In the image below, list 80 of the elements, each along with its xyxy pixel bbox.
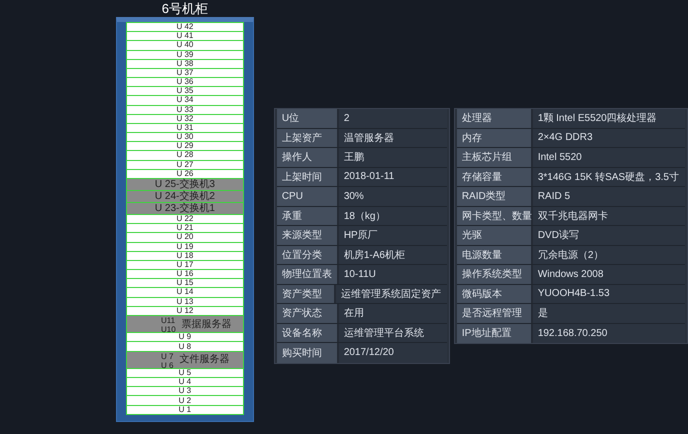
field-value: Intel 5520 [532, 148, 685, 166]
field-label: 设备名称 [276, 324, 339, 342]
field-value: 双千兆电器网卡 [532, 206, 685, 225]
field-value: 18（kg） [338, 206, 447, 225]
rack-unit[interactable]: U 4 [126, 378, 244, 388]
field-label: 主板芯片组 [456, 148, 533, 166]
field-label: 资产类型 [276, 284, 336, 303]
field-value: YUOOH4B-1.53 [532, 284, 685, 303]
field-label: 是否远程管理 [456, 304, 533, 322]
field-value: RAID 5 [532, 187, 685, 206]
rack-unit[interactable]: U 14 [126, 288, 244, 298]
field-label: 位置分类 [276, 246, 339, 264]
field-label: 微码版本 [456, 284, 533, 303]
rack-unit[interactable]: U 15 [126, 279, 244, 288]
field-value: 温管服务器 [338, 128, 447, 147]
rack-unit[interactable]: U 28 [126, 151, 244, 161]
field-label: 上架时间 [276, 168, 339, 186]
rack-unit[interactable]: U 35 [126, 87, 244, 96]
field-value: 是 [532, 304, 685, 322]
rack-unit[interactable]: U 22 [126, 215, 244, 224]
rack-unit[interactable]: U 8 [126, 342, 244, 352]
device-name: 票据服务器 [182, 318, 232, 330]
unit-label: U 7 [161, 352, 174, 361]
field-value: 2018-01-11 [338, 168, 447, 186]
rack-unit[interactable]: U 42 [126, 22, 244, 32]
rack-unit[interactable]: U 40 [126, 41, 244, 51]
field-label: IP地址配置 [456, 324, 533, 343]
field-value: 3*146G 15K 转SAS硬盘，3.5寸 [532, 168, 685, 186]
field-value: Windows 2008 [532, 265, 685, 284]
field-label: 存储容量 [456, 168, 533, 186]
field-value: DVD读写 [532, 226, 685, 244]
unit-label: U 6 [161, 360, 174, 370]
field-label: 电源数量 [456, 246, 533, 264]
field-label: RAID类型 [456, 187, 533, 206]
device-slot[interactable]: U 23-交换机1 [126, 202, 244, 216]
field-label: CPU [276, 187, 339, 206]
field-label: 上架资产 [276, 128, 339, 147]
field-label: 物理位置表 [276, 265, 339, 284]
field-value: 192.168.70.250 [532, 324, 685, 343]
field-label: 光驱 [456, 226, 533, 244]
field-label: 购买时间 [276, 343, 339, 362]
field-label: 操作系统类型 [456, 265, 533, 284]
rack-unit[interactable]: U 34 [126, 96, 244, 106]
device-name: 文件服务器 [179, 354, 230, 366]
field-value: 王鹏 [338, 148, 447, 166]
field-value: 运维管理系统固定资产 [336, 284, 447, 303]
device-slot[interactable]: U 24-交换机2 [126, 190, 244, 203]
field-label: 操作人 [276, 148, 339, 166]
field-label: 承重 [276, 206, 339, 225]
field-label: 处理器 [456, 109, 533, 128]
device-slot[interactable]: U 25-交换机3 [126, 178, 244, 191]
rack-unit[interactable]: U 3 [126, 387, 244, 396]
rack-title: 6号机柜 [160, 0, 210, 17]
field-value: 10-11U [338, 265, 447, 284]
unit-label: U10 [161, 324, 176, 334]
rack-unit[interactable]: U 16 [126, 270, 244, 280]
field-value: 2 [338, 109, 447, 128]
field-value: 30% [338, 187, 447, 206]
rack-unit[interactable]: U 20 [126, 233, 244, 243]
field-label: 资产状态 [276, 304, 339, 322]
field-value: 冗余电源（2） [532, 246, 685, 264]
field-value: 2017/12/20 [338, 343, 447, 362]
rack-unit[interactable]: U 2 [126, 396, 244, 406]
rack-unit[interactable]: U 41 [126, 32, 244, 42]
field-label: 内存 [456, 128, 533, 147]
field-label: U位 [276, 109, 339, 128]
field-value: 运维管理平台系统 [338, 324, 447, 342]
field-value: 2×4G DDR3 [532, 128, 685, 147]
rack-unit[interactable]: U 30 [126, 133, 244, 142]
field-label: 来源类型 [276, 226, 339, 244]
rack-unit[interactable]: U 9 [126, 333, 244, 342]
field-value: 在用 [338, 304, 447, 322]
field-value: HP原厂 [338, 226, 447, 244]
rack-unit[interactable]: U 21 [126, 224, 244, 234]
field-value: 1颗 Intel E5520四核处理器 [532, 109, 685, 128]
field-value: 机房1-A6机柜 [338, 246, 447, 264]
rack-unit[interactable]: U 36 [126, 78, 244, 88]
field-label: 网卡类型、数量 [456, 206, 533, 225]
rack-unit[interactable]: U 29 [126, 142, 244, 152]
unit-label: U11 [161, 316, 176, 325]
